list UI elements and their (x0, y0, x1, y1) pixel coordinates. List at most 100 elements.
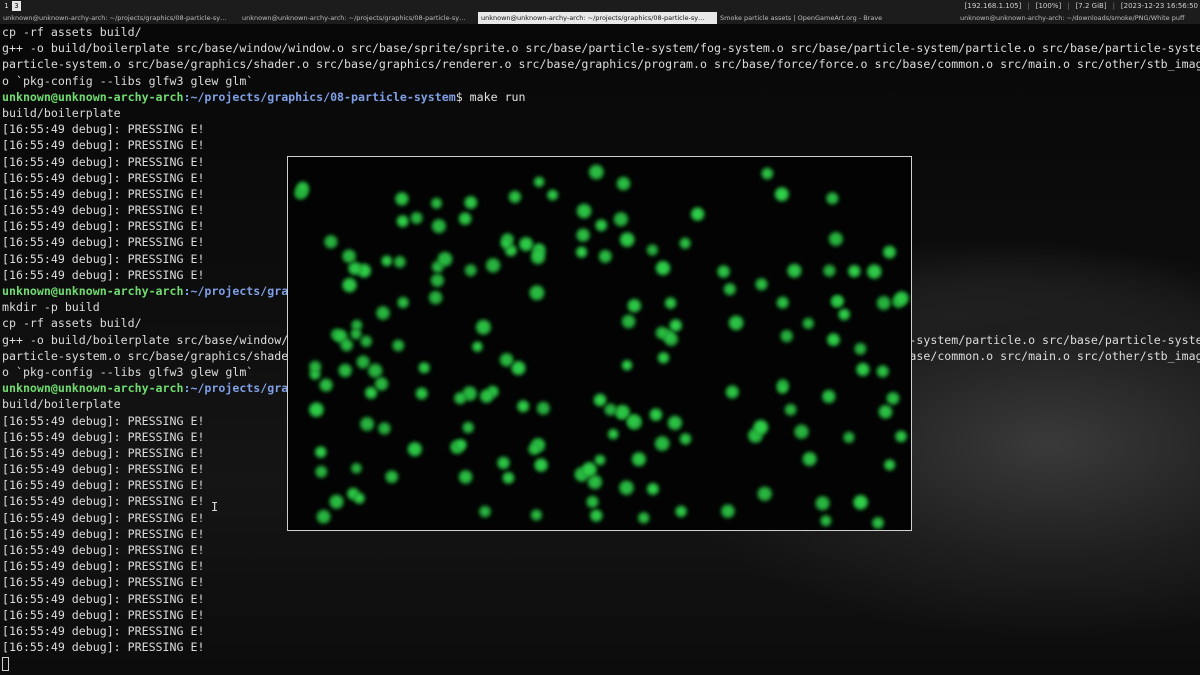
terminal-output-text: [16:55:49 debug]: PRESSING E! (2, 591, 205, 606)
particle (830, 233, 842, 245)
particle (821, 516, 831, 526)
particle (594, 394, 606, 406)
particle (501, 239, 511, 248)
terminal-output-text: particle-system.o src/base/graphics/shad… (2, 57, 1200, 72)
particle (595, 455, 605, 465)
particle (788, 264, 801, 277)
terminal-output-text: o `pkg-config --libs glfw3 glew glm` (2, 73, 254, 88)
right-window-title[interactable]: unknown@unknown-archy-arch: ~/downloads/… (960, 12, 1200, 24)
particle (463, 422, 473, 433)
particle (879, 406, 892, 418)
particle (680, 434, 691, 444)
particle (459, 213, 471, 224)
particle (431, 274, 443, 286)
particle (535, 459, 547, 471)
top-status-bar: 1 3 [192.168.1.105] | [100%] | [7.2 GiB]… (0, 0, 1200, 12)
particle (349, 262, 361, 274)
particle (310, 361, 321, 372)
prompt-path: :~/projects/graphics/08-particle-system (183, 89, 456, 104)
particle (691, 208, 704, 220)
particle (503, 473, 514, 483)
particle (762, 168, 773, 179)
particle (520, 238, 533, 251)
window-tab-terminal-2[interactable]: unknown@unknown-archy-arch: ~/projects/g… (239, 12, 478, 24)
particle (854, 496, 867, 509)
particle (656, 261, 670, 275)
particle (386, 471, 398, 483)
particle (887, 393, 899, 404)
terminal-line: [16:55:49 debug]: PRESSING E! (2, 574, 1200, 590)
particle (855, 344, 866, 354)
particle (512, 362, 525, 375)
particle (668, 416, 681, 429)
particle (591, 510, 602, 521)
terminal-output-text: [16:55:49 debug]: PRESSING E! (2, 413, 205, 428)
particle (398, 297, 408, 308)
particle (377, 307, 389, 319)
particle (895, 292, 908, 305)
particle (354, 493, 364, 503)
particle-system-window[interactable] (287, 156, 912, 531)
particle (775, 188, 788, 201)
terminal-output-text: [16:55:49 debug]: PRESSING E! (2, 219, 205, 234)
terminal-output-text: [16:55:49 debug]: PRESSING E! (2, 623, 205, 638)
particle (620, 481, 633, 494)
particle (396, 193, 408, 205)
particle (676, 506, 686, 517)
particle (588, 475, 601, 489)
terminal-output-text: [16:55:49 debug]: PRESSING E! (2, 429, 205, 444)
workspace-3-button[interactable]: 3 (12, 1, 21, 11)
particle (343, 278, 356, 292)
window-tab-bar: unknown@unknown-archy-arch: ~/projects/g… (0, 12, 960, 24)
particle (310, 403, 323, 416)
particle (577, 229, 589, 241)
window-tab-terminal-1[interactable]: unknown@unknown-archy-arch: ~/projects/g… (0, 12, 239, 24)
particle (622, 315, 635, 328)
particle (849, 266, 860, 277)
terminal-line: o `pkg-config --libs glfw3 glew glm` (2, 73, 1200, 89)
terminal-block-cursor (2, 656, 9, 671)
particle (795, 425, 808, 438)
particle (622, 361, 632, 370)
particle (785, 404, 796, 415)
particle (366, 387, 377, 398)
terminal-output-text: [16:55:49 debug]: PRESSING E! (2, 510, 205, 525)
particle (379, 423, 390, 434)
terminal-output-text: cp -rf assets build/ (2, 316, 142, 331)
particle (614, 213, 627, 226)
ip-address-status: [192.168.1.105] (964, 2, 1022, 10)
particle (509, 191, 520, 202)
status-separator: | (1112, 2, 1115, 10)
particle (873, 518, 883, 528)
particle (480, 506, 490, 517)
particle (477, 320, 490, 334)
terminal-output-text: [16:55:49 debug]: PRESSING E! (2, 235, 205, 250)
terminal-line: particle-system.o src/base/graphics/shad… (2, 56, 1200, 72)
terminal-line: cp -rf assets build/ (2, 24, 1200, 40)
particle (432, 220, 445, 233)
terminal-line (2, 655, 1200, 671)
prompt-user: unknown@unknown-archy-arch (2, 284, 184, 298)
status-separator: | (1067, 2, 1070, 10)
window-tab-browser[interactable]: Smoke particle assets | OpenGameArt.org … (717, 12, 953, 24)
particle (298, 182, 308, 192)
particle (456, 440, 466, 449)
window-tab-terminal-3-active[interactable]: unknown@unknown-archy-arch: ~/projects/g… (478, 12, 717, 24)
terminal-line: build/boilerplate (2, 105, 1200, 121)
terminal-line: [16:55:49 debug]: PRESSING E! (2, 137, 1200, 153)
terminal-output-text: [16:55:49 debug]: PRESSING E! (2, 462, 205, 477)
terminal-line: [16:55:49 debug]: PRESSING E! (2, 639, 1200, 655)
particle (670, 320, 681, 331)
particle (343, 250, 355, 262)
particle (726, 386, 738, 398)
workspace-1-button[interactable]: 1 (2, 1, 11, 11)
particle (537, 402, 549, 414)
particle (896, 431, 906, 442)
terminal-output-text: [16:55:49 debug]: PRESSING E! (2, 559, 205, 574)
particle (548, 190, 557, 200)
particle (632, 453, 645, 466)
particle (459, 471, 472, 483)
particle (599, 251, 611, 262)
particle (419, 363, 429, 373)
terminal-output-text: [16:55:49 debug]: PRESSING E! (2, 575, 205, 590)
